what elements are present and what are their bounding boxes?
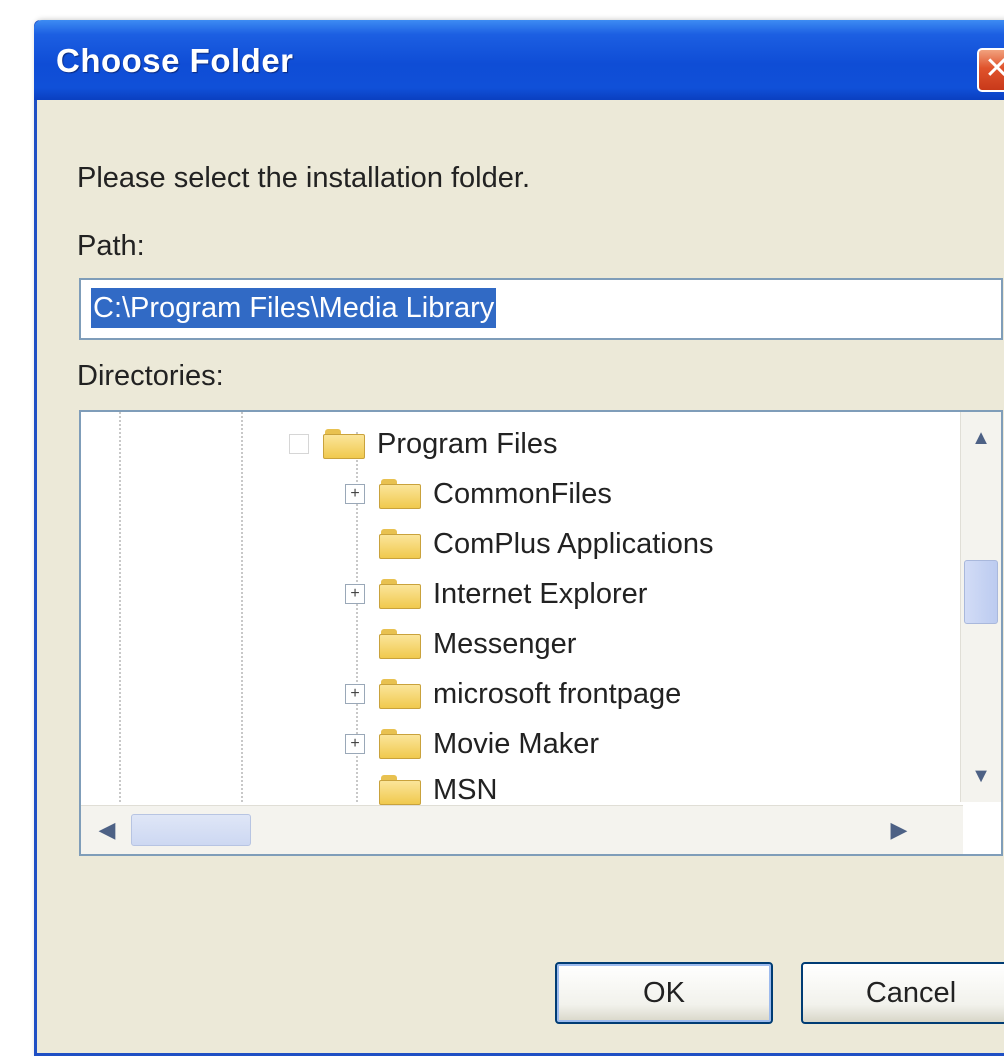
folder-icon xyxy=(379,579,421,609)
expand-plus-icon[interactable]: + xyxy=(345,734,365,754)
tree-item-label: CommonFiles xyxy=(433,477,612,510)
horizontal-scroll-thumb[interactable] xyxy=(131,814,251,846)
scroll-right-icon[interactable]: ▶ xyxy=(881,812,917,848)
scroll-down-icon[interactable]: ▼ xyxy=(963,758,999,794)
tree-item-label: Messenger xyxy=(433,627,577,660)
tree-item-label: Movie Maker xyxy=(433,727,599,760)
tree-item-label: Program Files xyxy=(377,427,558,460)
close-button[interactable]: ✕ xyxy=(977,48,1004,92)
expander-placeholder xyxy=(345,534,365,554)
path-input[interactable]: C:\Program Files\Media Library xyxy=(79,278,1003,340)
dialog-title: Choose Folder xyxy=(56,42,294,79)
expand-plus-icon[interactable]: + xyxy=(345,484,365,504)
tree-item-messenger[interactable]: Messenger xyxy=(345,622,576,666)
tree-item-microsoft-frontpage[interactable]: + microsoft frontpage xyxy=(345,672,681,716)
tree-item-label: MSN xyxy=(433,773,498,806)
tree-item-label: Internet Explorer xyxy=(433,577,648,610)
tree-guide-line xyxy=(241,412,243,802)
close-icon: ✕ xyxy=(984,52,1004,85)
directory-tree[interactable]: Program Files + CommonFiles ComPlus Appl… xyxy=(79,410,1003,856)
expand-plus-icon[interactable]: + xyxy=(345,684,365,704)
expander-icon xyxy=(289,434,309,454)
vertical-scroll-thumb[interactable] xyxy=(964,560,998,624)
path-value: C:\Program Files\Media Library xyxy=(91,288,497,328)
tree-item-internet-explorer[interactable]: + Internet Explorer xyxy=(345,572,647,616)
tree-item-program-files[interactable]: Program Files xyxy=(289,422,558,466)
tree-item-commonfiles[interactable]: + CommonFiles xyxy=(345,472,612,516)
folder-icon xyxy=(379,729,421,759)
tree-item-movie-maker[interactable]: + Movie Maker xyxy=(345,722,599,766)
directories-label: Directories: xyxy=(77,360,224,392)
expander-placeholder xyxy=(345,634,365,654)
scroll-left-icon[interactable]: ◀ xyxy=(89,812,125,848)
cancel-button[interactable]: Cancel xyxy=(801,962,1004,1024)
scroll-up-icon[interactable]: ▲ xyxy=(963,420,999,456)
folder-icon xyxy=(379,529,421,559)
expander-placeholder xyxy=(345,780,365,800)
instruction-text: Please select the installation folder. xyxy=(77,162,530,194)
folder-icon xyxy=(379,775,421,805)
horizontal-scrollbar[interactable]: ◀ ▶ xyxy=(81,805,963,854)
folder-icon xyxy=(379,629,421,659)
vertical-scrollbar[interactable]: ▲ ▼ xyxy=(960,412,1001,802)
tree-item-label: microsoft frontpage xyxy=(433,677,682,710)
path-label: Path: xyxy=(77,230,145,262)
expand-plus-icon[interactable]: + xyxy=(345,584,365,604)
tree-item-complus-applications[interactable]: ComPlus Applications xyxy=(345,522,713,566)
tree-item-label: ComPlus Applications xyxy=(433,527,714,560)
tree-guide-line xyxy=(119,412,121,802)
ok-button[interactable]: OK xyxy=(555,962,773,1024)
folder-icon xyxy=(379,479,421,509)
folder-icon xyxy=(379,679,421,709)
choose-folder-dialog: Choose Folder ✕ Please select the instal… xyxy=(34,20,1004,1056)
folder-icon xyxy=(323,429,365,459)
title-bar[interactable]: Choose Folder xyxy=(34,20,1004,100)
